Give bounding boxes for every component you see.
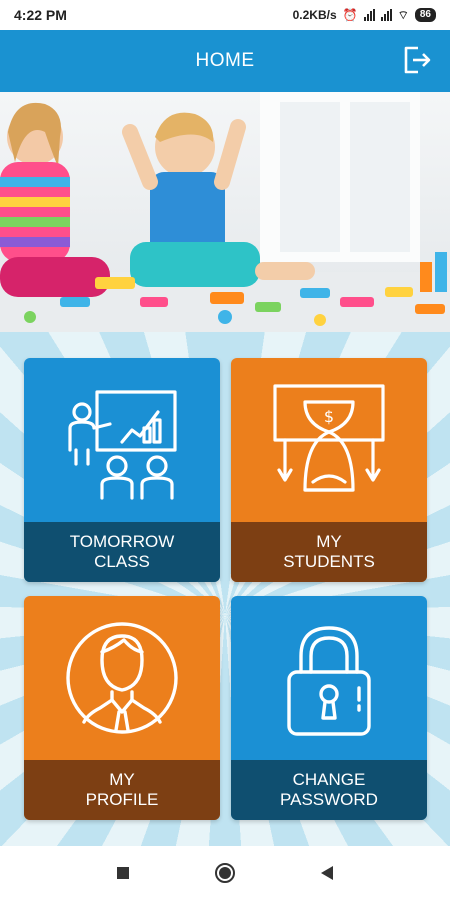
tile-label-line2: CLASS bbox=[94, 552, 150, 571]
battery-indicator: 86 bbox=[414, 8, 436, 22]
status-indicators: 0.2KB/s ⏰ ⌔ 86 bbox=[293, 8, 436, 23]
page-title: HOME bbox=[195, 50, 255, 71]
tile-label-line1: MY bbox=[316, 532, 342, 551]
tile-icon-area bbox=[24, 358, 220, 522]
my-students-tile[interactable]: $ MY STUDENTS bbox=[231, 358, 427, 582]
back-button[interactable] bbox=[315, 861, 339, 885]
classroom-icon bbox=[68, 390, 177, 500]
tile-label-line1: MY bbox=[109, 770, 135, 789]
logout-button[interactable] bbox=[400, 44, 432, 76]
tile-icon-area bbox=[231, 596, 427, 760]
hero-banner bbox=[0, 92, 450, 332]
tile-icon-area bbox=[24, 596, 220, 760]
tile-label-line1: CHANGE bbox=[292, 770, 366, 789]
tile-label-line2: PASSWORD bbox=[280, 790, 378, 809]
triangle-back-icon bbox=[321, 866, 333, 880]
signal-icon-2 bbox=[380, 9, 392, 21]
money-hourglass-icon: $ bbox=[273, 384, 385, 492]
tile-icon-area: $ bbox=[231, 358, 427, 522]
status-bar: 4:22 PM 0.2KB/s ⏰ ⌔ 86 bbox=[0, 0, 450, 30]
square-icon bbox=[117, 867, 129, 879]
wifi-icon: ⌔ bbox=[397, 7, 409, 22]
recents-button[interactable] bbox=[111, 861, 135, 885]
signal-icon bbox=[363, 9, 375, 21]
tomorrow-class-tile[interactable]: TOMORROW CLASS bbox=[24, 358, 220, 582]
padlock-icon bbox=[287, 626, 371, 736]
kids-playing-image bbox=[0, 92, 450, 332]
system-nav-bar bbox=[0, 846, 450, 900]
tile-label-line1: TOMORROW bbox=[69, 532, 175, 551]
alarm-icon: ⏰ bbox=[342, 8, 358, 22]
circle-icon bbox=[215, 863, 235, 883]
app-bar: HOME bbox=[0, 30, 450, 92]
my-profile-tile[interactable]: MY PROFILE bbox=[24, 596, 220, 820]
home-button[interactable] bbox=[213, 861, 237, 885]
change-password-tile[interactable]: CHANGE PASSWORD bbox=[231, 596, 427, 820]
tile-label: MY STUDENTS bbox=[231, 522, 427, 582]
tile-label: TOMORROW CLASS bbox=[24, 522, 220, 582]
status-time: 4:22 PM bbox=[14, 7, 67, 23]
network-speed: 0.2KB/s bbox=[292, 8, 337, 22]
tile-label: MY PROFILE bbox=[24, 760, 220, 820]
tile-label: CHANGE PASSWORD bbox=[231, 760, 427, 820]
svg-text:$: $ bbox=[324, 407, 334, 426]
profile-icon bbox=[66, 622, 178, 734]
tile-label-line2: STUDENTS bbox=[283, 552, 375, 571]
tile-label-line2: PROFILE bbox=[85, 790, 159, 809]
logout-icon bbox=[404, 46, 431, 74]
